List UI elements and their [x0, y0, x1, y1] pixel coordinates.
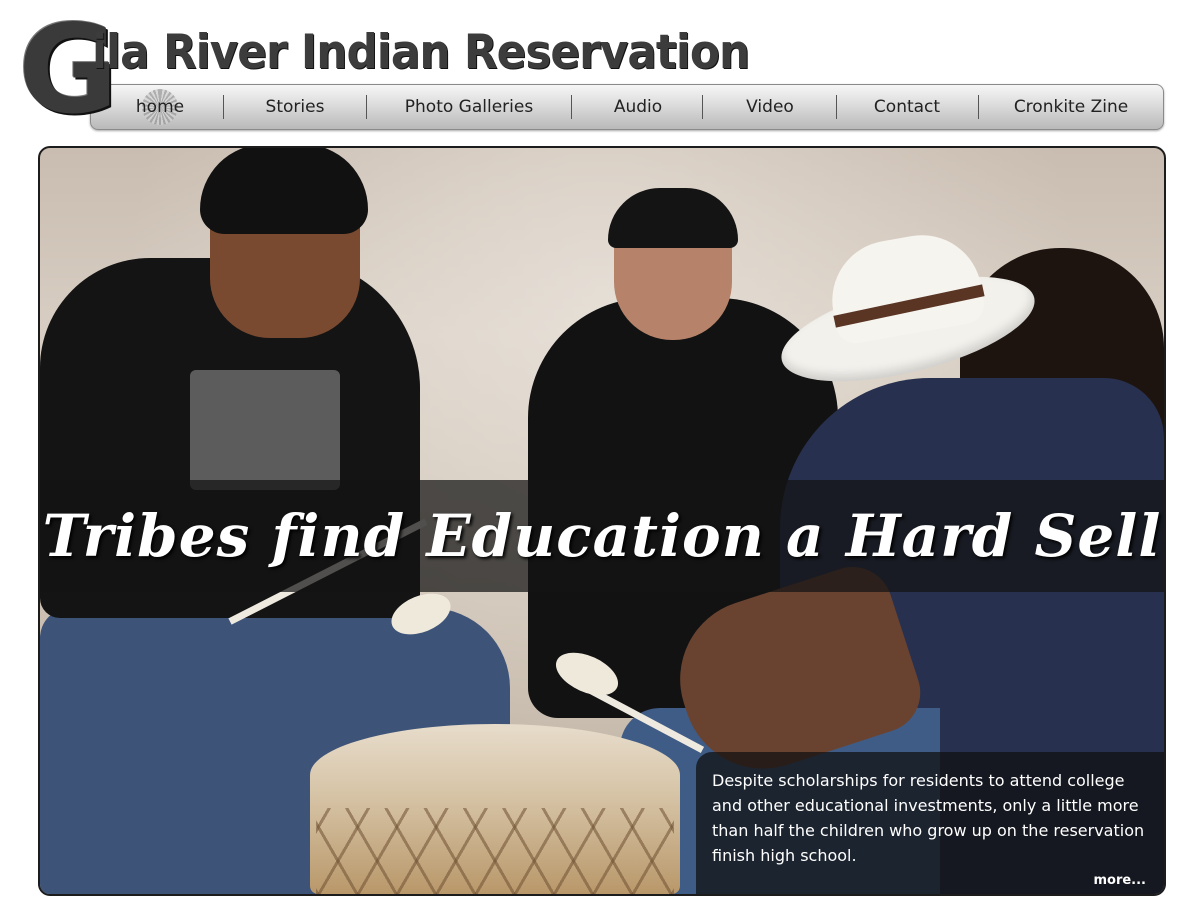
nav-item-stories[interactable]: Stories	[225, 85, 365, 129]
nav-item-home[interactable]: home	[101, 85, 219, 129]
site-logo-initial[interactable]: G	[18, 9, 118, 131]
hero-headline[interactable]: Tribes find Education a Hard Sell	[40, 480, 1164, 592]
photo-person-left-hair	[200, 148, 368, 234]
nav-item-photo-galleries[interactable]: Photo Galleries	[368, 85, 570, 129]
nav-item-audio[interactable]: Audio	[573, 85, 703, 129]
nav-divider	[702, 95, 703, 119]
nav-divider	[836, 95, 837, 119]
nav-divider	[571, 95, 572, 119]
photo-shirt-print	[190, 370, 340, 490]
main-nav-bar: home Stories Photo Galleries Audio Video…	[90, 84, 1164, 130]
nav-item-contact[interactable]: Contact	[838, 85, 976, 129]
photo-drum-lacing	[316, 808, 674, 894]
nav-divider	[978, 95, 979, 119]
hero-caption: Despite scholarships for residents to at…	[712, 771, 1145, 865]
nav-item-video[interactable]: Video	[704, 85, 836, 129]
more-link[interactable]: more...	[1093, 873, 1146, 888]
nav-divider	[223, 95, 224, 119]
nav-item-cronkite-zine[interactable]: Cronkite Zine	[980, 85, 1162, 129]
nav-item-home-label: home	[135, 97, 185, 117]
nav-divider	[366, 95, 367, 119]
site-logo-title[interactable]: ila River Indian Reservation	[92, 22, 750, 84]
